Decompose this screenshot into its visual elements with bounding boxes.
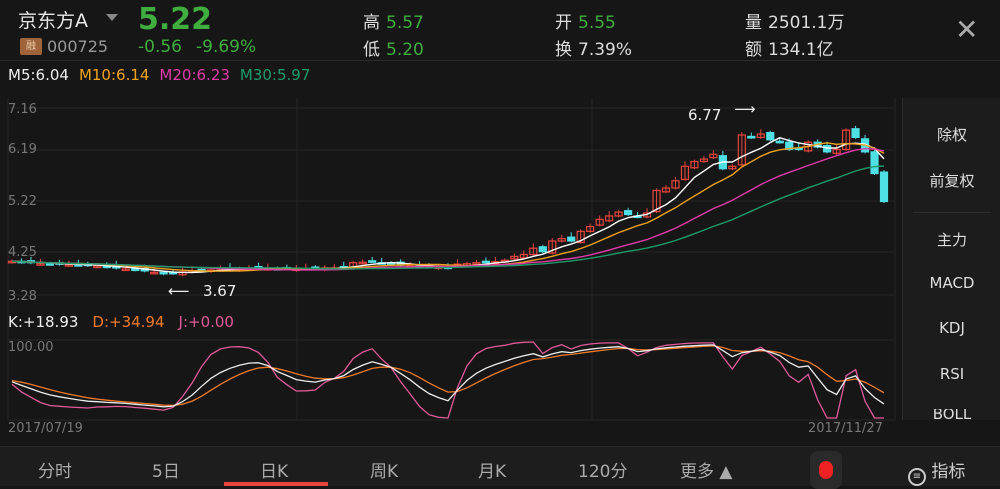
indicator-side-panel: 除权 前复权 主力 MACD KDJ RSI BOLL [902,98,1000,420]
record-icon [819,461,833,479]
candle-down [131,268,140,272]
side-boll[interactable]: BOLL [903,409,1000,420]
divider [913,212,991,213]
ma30-line [11,165,885,270]
y-tick: 7.16 [8,102,37,117]
end-date: 2017/11/27 [808,421,883,436]
side-main-force[interactable]: 主力 [903,229,1000,250]
indicator-icon: ≡ [908,468,926,486]
indicator-label: 指标 [931,462,966,482]
tab-intraday[interactable]: 分时 [38,457,72,482]
candle-down [851,128,860,138]
candle-down [623,210,633,216]
tab-weekly-k[interactable]: 周K [370,457,398,482]
active-tab-underline [224,482,328,486]
left-arrow-icon: ⟵ [168,282,190,300]
j-value: J:+0.00 [178,313,234,331]
k-line [11,344,885,408]
tab-5day[interactable]: 5日 [152,457,180,482]
candle-down [766,131,775,141]
candle-down [159,271,168,275]
side-kdj[interactable]: KDJ [903,319,1000,337]
candle-down [368,260,377,263]
side-macd[interactable]: MACD [903,274,1000,292]
side-rsi[interactable]: RSI [903,365,1000,383]
period-tabs: 分时 5日 日K 周K 月K 120分 更多 ▲ ≡ 指标 [0,446,1000,489]
indicator-button[interactable]: ≡ 指标 [908,457,965,486]
right-arrow-icon: ⟶ [734,100,756,118]
kdj-top-tick: 100.00 [8,340,54,355]
tab-120min[interactable]: 120分 [578,457,627,482]
min-price-label: 3.67 [203,282,236,300]
y-tick: 4.25 [8,245,37,260]
close-icon[interactable]: ✕ [955,16,978,44]
kline-chart[interactable]: 6.77 ⟶ ⟵ 3.67 7.16 6.19 5.22 4.25 3.28 1… [0,0,900,446]
d-value: D:+34.94 [92,313,165,331]
candle-down [747,135,756,139]
start-date: 2017/07/19 [8,421,83,436]
y-tick: 6.19 [8,142,37,157]
kdj-legend: K:+18.93 D:+34.94 J:+0.00 [8,313,248,331]
side-forward-adjusted[interactable]: 前复权 [903,170,1000,191]
candle-down [567,236,576,242]
candle-down [775,140,784,144]
k-value: K:+18.93 [8,313,79,331]
y-tick: 3.28 [8,289,37,304]
candle-down [538,246,547,253]
tab-monthly-k[interactable]: 月K [478,457,506,482]
candle-down [481,260,491,264]
candle-down [823,144,832,153]
y-tick: 5.22 [8,194,37,209]
d-line [11,345,885,407]
tab-more[interactable]: 更多 ▲ [680,457,732,482]
j-line [11,341,884,419]
tab-daily-k[interactable]: 日K [260,457,288,482]
record-button[interactable] [810,451,842,489]
max-price-label: 6.77 [688,106,721,124]
candle-down [45,263,55,266]
side-ex-rights[interactable]: 除权 [903,124,1000,145]
candle-down [879,171,889,203]
candle-down [870,151,879,175]
